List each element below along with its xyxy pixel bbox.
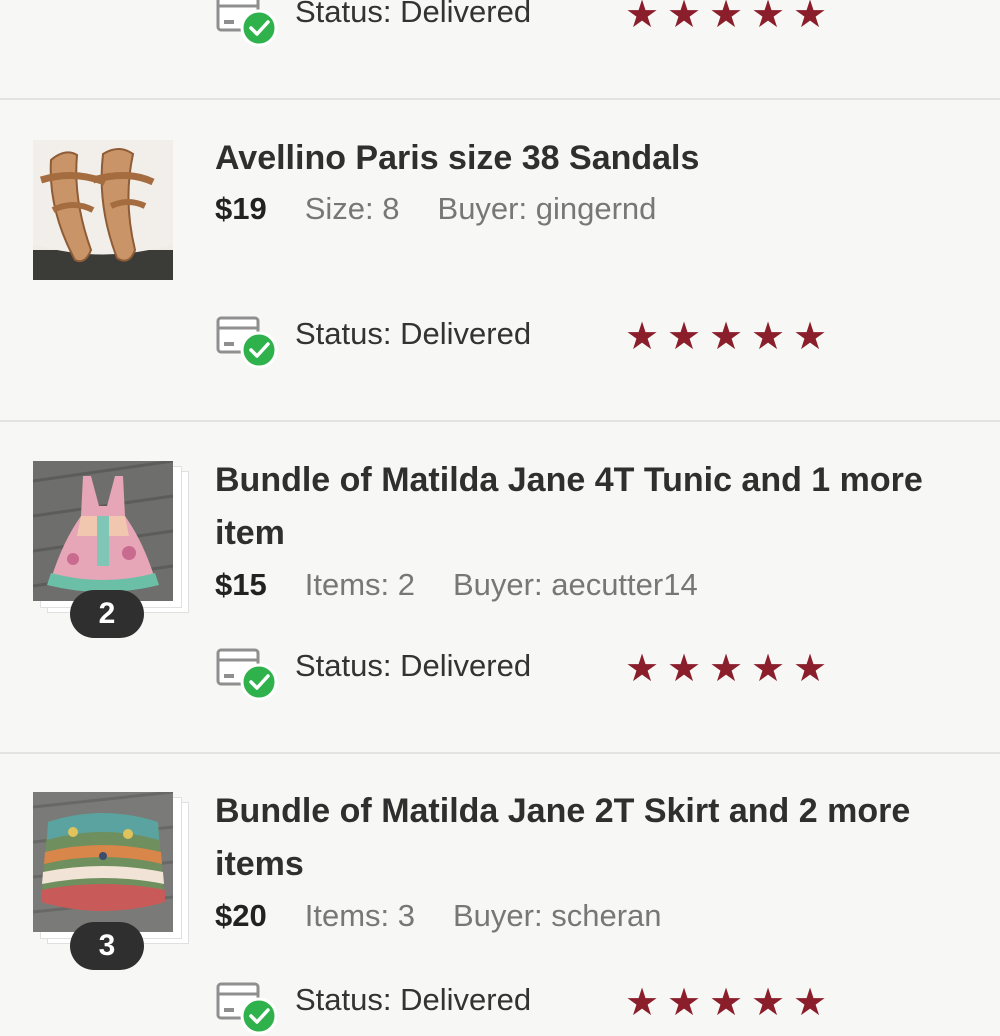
item-price: $19: [215, 191, 267, 226]
item-thumbnail[interactable]: [33, 140, 193, 300]
star-icon: ★: [666, 0, 702, 36]
star-icon: ★: [666, 982, 702, 1024]
star-icon: ★: [792, 0, 828, 36]
package-delivered-icon: [216, 0, 278, 47]
item-meta: $19 Size: 8 Buyer: gingernd: [215, 189, 656, 229]
star-icon: ★: [624, 0, 660, 36]
skirt-image: [33, 792, 173, 932]
rating-stars: ★ ★ ★ ★ ★: [621, 984, 831, 1022]
item-title[interactable]: Avellino Paris size 38 Sandals: [215, 132, 975, 185]
item-price: $15: [215, 567, 267, 602]
star-icon: ★: [792, 648, 828, 690]
item-buyer: Buyer: scheran: [453, 898, 662, 933]
rating-stars: ★ ★ ★ ★ ★: [621, 318, 831, 356]
sold-item[interactable]: 3 Bundle of Matilda Jane 2T Skirt and 2 …: [0, 754, 1000, 1035]
status-text: Status: Delivered: [295, 0, 532, 29]
tunic-image: [33, 461, 173, 601]
item-title[interactable]: Bundle of Matilda Jane 4T Tunic and 1 mo…: [215, 454, 975, 560]
item-thumbnail[interactable]: 2: [33, 461, 193, 638]
package-delivered-icon: [216, 982, 278, 1035]
bundle-count-badge: 3: [70, 922, 144, 970]
sold-item[interactable]: Avellino Paris size 38 Sandals $19 Size: …: [0, 100, 1000, 422]
item-meta: $15 Items: 2 Buyer: aecutter14: [215, 565, 698, 605]
package-delivered-icon: [216, 316, 278, 369]
star-icon: ★: [624, 648, 660, 690]
star-icon: ★: [750, 648, 786, 690]
star-icon: ★: [750, 316, 786, 358]
item-price: $20: [215, 898, 267, 933]
star-icon: ★: [750, 982, 786, 1024]
star-icon: ★: [792, 982, 828, 1024]
item-count: Items: 2: [304, 567, 415, 602]
item-meta: $20 Items: 3 Buyer: scheran: [215, 896, 662, 936]
star-icon: ★: [624, 982, 660, 1024]
status-text: Status: Delivered: [295, 648, 532, 683]
item-size: Size: 8: [304, 191, 400, 226]
item-title[interactable]: Bundle of Matilda Jane 2T Skirt and 2 mo…: [215, 785, 975, 891]
status-row: Status: Delivered ★ ★ ★ ★ ★: [215, 310, 915, 370]
item-count: Items: 3: [304, 898, 415, 933]
sandals-image: [33, 140, 173, 280]
star-icon: ★: [666, 648, 702, 690]
star-icon: ★: [708, 982, 744, 1024]
star-icon: ★: [666, 316, 702, 358]
rating-stars: ★ ★ ★ ★ ★: [621, 650, 831, 688]
star-icon: ★: [708, 648, 744, 690]
item-thumbnail[interactable]: 3: [33, 792, 193, 970]
star-icon: ★: [708, 316, 744, 358]
bundle-count-badge: 2: [70, 590, 144, 638]
status-row: Status: Delivered ★ ★ ★ ★ ★: [215, 642, 915, 702]
status-text: Status: Delivered: [295, 316, 532, 351]
status-row: Status: Delivered ★ ★ ★ ★ ★: [215, 0, 915, 48]
star-icon: ★: [792, 316, 828, 358]
item-buyer: Buyer: aecutter14: [453, 567, 698, 602]
status-row: Status: Delivered ★ ★ ★ ★ ★: [215, 976, 915, 1036]
star-icon: ★: [750, 0, 786, 36]
package-delivered-icon: [216, 648, 278, 701]
rating-stars: ★ ★ ★ ★ ★: [621, 0, 831, 34]
item-buyer: Buyer: gingernd: [437, 191, 657, 226]
sold-item[interactable]: 2 Bundle of Matilda Jane 4T Tunic and 1 …: [0, 422, 1000, 752]
status-text: Status: Delivered: [295, 982, 532, 1017]
star-icon: ★: [708, 0, 744, 36]
star-icon: ★: [624, 316, 660, 358]
